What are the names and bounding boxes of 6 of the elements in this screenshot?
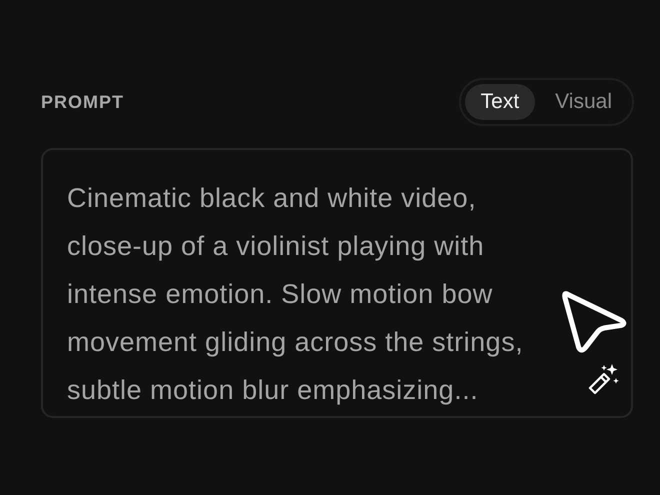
prompt-field[interactable]: Cinematic black and white video, close-up of a violinist playing with intense emotion. Slow motion bow movement gliding across the strings, subtle motion blur emphasizing... <box>41 148 633 418</box>
magic-wand-icon[interactable] <box>587 362 621 396</box>
prompt-text: Cinematic black and white video, close-up of a violinist playing with intense emotion. Slow motion bow movement gliding across the strings, subtle motion blur emphasizing... <box>67 182 524 407</box>
mode-tab[interactable]: Visual <box>539 84 628 120</box>
mode-tab[interactable]: Text <box>464 84 536 120</box>
section-label: PROMPT <box>41 92 124 112</box>
